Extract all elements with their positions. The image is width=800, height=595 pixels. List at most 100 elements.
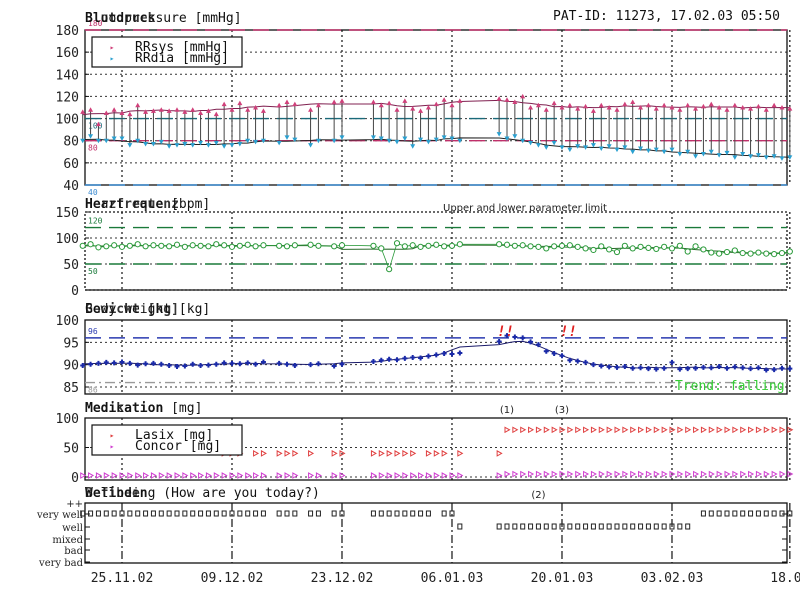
data-point bbox=[661, 365, 667, 371]
data-point bbox=[402, 450, 409, 457]
data-point bbox=[103, 110, 109, 116]
data-point bbox=[378, 450, 385, 457]
data-point bbox=[567, 102, 573, 108]
data-point bbox=[158, 510, 164, 517]
data-point bbox=[181, 243, 188, 250]
data-point bbox=[190, 107, 196, 112]
data-point bbox=[543, 426, 550, 434]
data-point bbox=[527, 243, 534, 250]
data-point bbox=[433, 241, 440, 248]
data-point bbox=[253, 361, 259, 367]
data-point bbox=[685, 470, 692, 478]
data-point bbox=[111, 107, 117, 112]
y-tick-label: 100 bbox=[56, 314, 79, 329]
data-point bbox=[190, 143, 196, 148]
data-point bbox=[677, 107, 683, 112]
data-point bbox=[606, 426, 613, 434]
data-point bbox=[724, 426, 731, 434]
data-point bbox=[693, 470, 700, 478]
data-point bbox=[418, 108, 424, 113]
data-point bbox=[661, 102, 667, 108]
data-point bbox=[653, 147, 659, 153]
data-point bbox=[221, 242, 228, 249]
legend-marker-icon: ▸ bbox=[110, 54, 115, 63]
data-point bbox=[245, 472, 252, 479]
data-point bbox=[559, 105, 565, 110]
data-point bbox=[182, 109, 188, 114]
data-point bbox=[630, 99, 636, 104]
data-point bbox=[315, 510, 321, 517]
data-point bbox=[276, 510, 282, 517]
data-point bbox=[511, 242, 518, 249]
data-point bbox=[88, 134, 94, 139]
y-category-label: very well bbox=[36, 510, 83, 521]
data-point bbox=[708, 365, 714, 371]
data-point bbox=[661, 243, 668, 250]
data-point bbox=[198, 472, 205, 479]
data-point bbox=[763, 510, 769, 517]
data-point bbox=[740, 470, 747, 478]
data-point bbox=[661, 470, 668, 478]
data-point bbox=[575, 523, 581, 530]
data-point bbox=[119, 472, 126, 479]
data-point bbox=[292, 450, 299, 457]
data-point bbox=[386, 100, 392, 106]
data-point bbox=[213, 111, 219, 117]
data-point bbox=[370, 242, 377, 249]
data-point bbox=[378, 245, 385, 252]
data-point bbox=[771, 251, 778, 258]
legend-marker-icon: ▸ bbox=[110, 442, 115, 451]
data-point bbox=[732, 510, 738, 517]
data-point bbox=[276, 242, 283, 249]
data-point bbox=[143, 472, 150, 479]
data-point bbox=[126, 242, 133, 249]
y-tick-label: 100 bbox=[56, 412, 79, 427]
data-point bbox=[528, 426, 535, 434]
data-point bbox=[567, 523, 573, 530]
data-point bbox=[740, 426, 747, 434]
panel-title: Heart rate [bpm] bbox=[85, 197, 210, 212]
data-point bbox=[135, 510, 141, 517]
data-point bbox=[88, 472, 95, 479]
data-point bbox=[393, 240, 401, 247]
data-point bbox=[771, 426, 778, 434]
data-point bbox=[763, 426, 770, 434]
data-point bbox=[308, 450, 315, 457]
data-point bbox=[166, 144, 172, 149]
data-point bbox=[425, 450, 432, 457]
data-point bbox=[370, 99, 376, 104]
data-point bbox=[535, 243, 542, 250]
data-point bbox=[559, 145, 565, 150]
data-point bbox=[574, 243, 581, 250]
data-point bbox=[590, 246, 597, 254]
data-point bbox=[677, 470, 684, 478]
data-point bbox=[787, 366, 793, 372]
data-point bbox=[567, 147, 573, 153]
data-point bbox=[95, 510, 101, 517]
y-category-label: mixed bbox=[52, 535, 83, 546]
data-point bbox=[535, 470, 542, 478]
data-point bbox=[213, 510, 219, 517]
data-point bbox=[598, 146, 604, 151]
data-point bbox=[535, 523, 541, 530]
data-point bbox=[378, 472, 385, 479]
data-point bbox=[284, 135, 290, 140]
data-point bbox=[409, 242, 416, 249]
data-point bbox=[528, 470, 535, 478]
data-point bbox=[638, 523, 644, 530]
data-point bbox=[630, 365, 636, 371]
data-point bbox=[677, 426, 684, 434]
x-tick-label: 25.11.02 bbox=[91, 571, 154, 586]
data-point bbox=[787, 106, 793, 111]
data-point bbox=[197, 242, 204, 249]
data-point bbox=[394, 510, 400, 517]
data-point bbox=[284, 361, 290, 367]
data-point bbox=[700, 103, 706, 109]
data-point bbox=[748, 510, 754, 517]
data-point bbox=[685, 426, 692, 434]
data-point bbox=[496, 450, 503, 457]
data-point bbox=[630, 149, 636, 155]
data-point bbox=[143, 510, 149, 517]
x-tick-label: 09.12.02 bbox=[201, 571, 264, 586]
y-tick-label: 85 bbox=[63, 381, 79, 396]
